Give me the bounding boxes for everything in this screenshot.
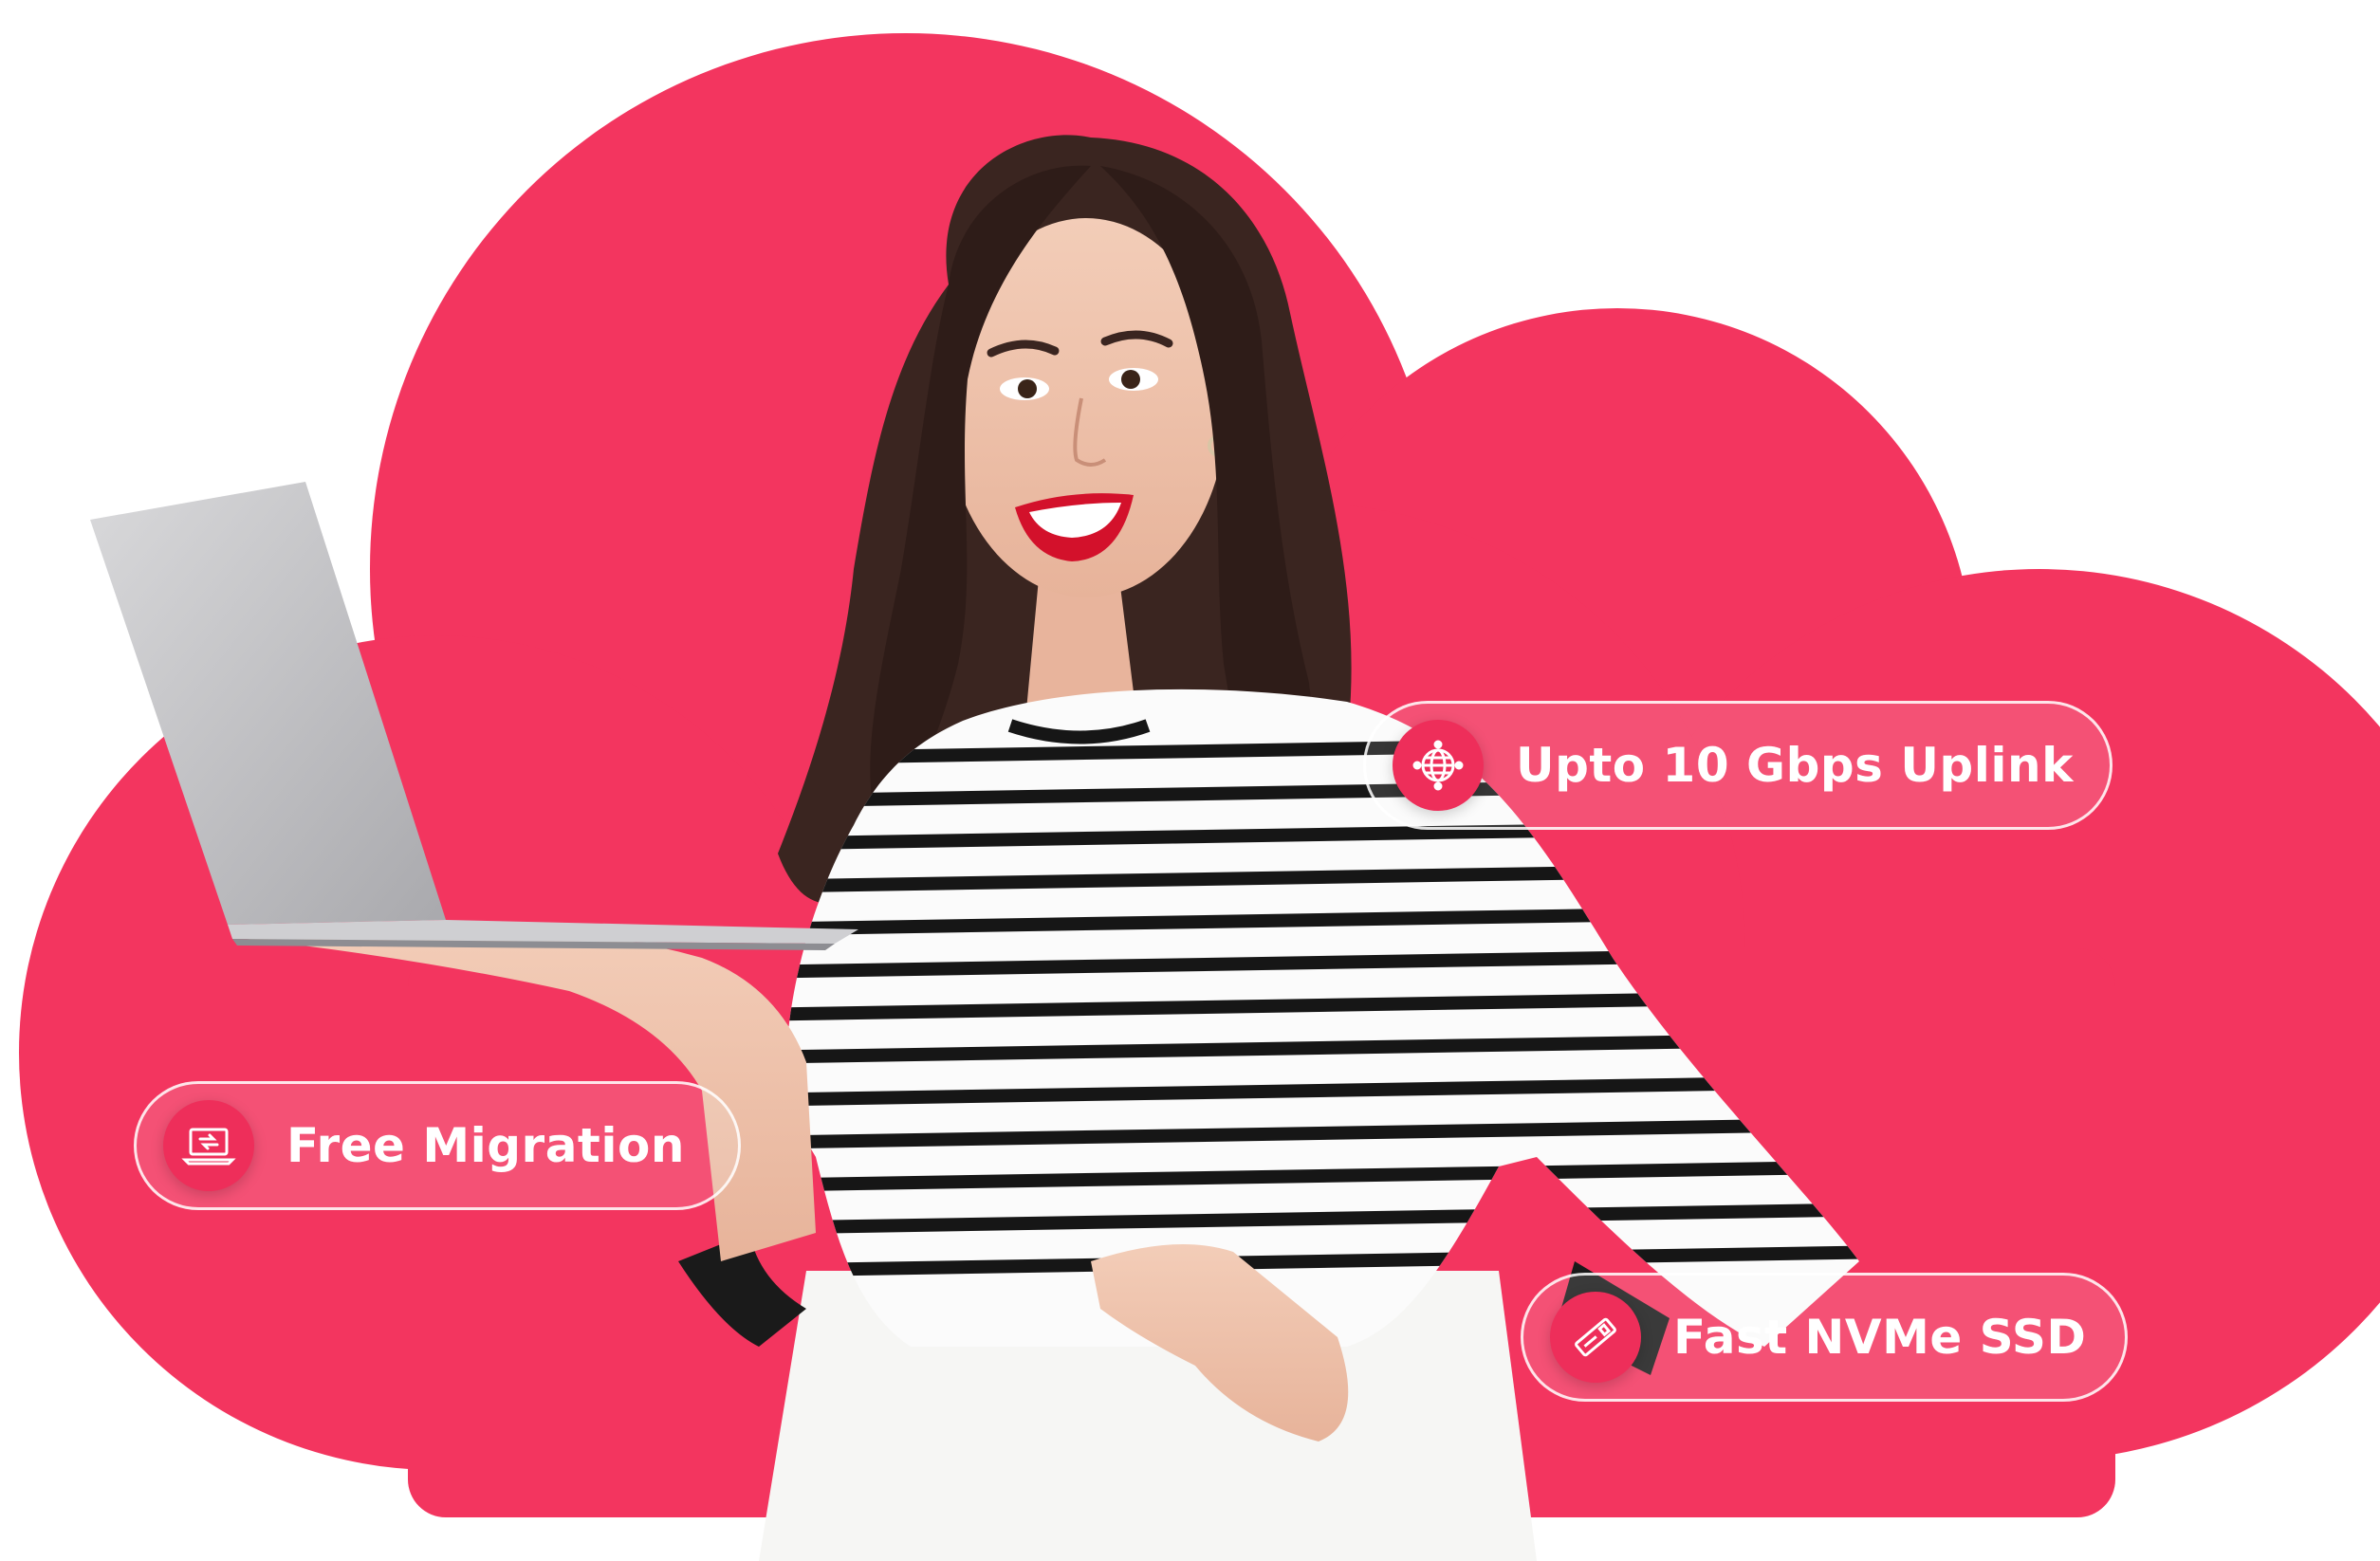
ssd-drive-icon (1550, 1292, 1641, 1383)
badge-ssd: Fast NVMe SSD (1521, 1273, 2128, 1402)
badge-uplink-label: Upto 10 Gbps Uplink (1516, 738, 2074, 793)
badge-ssd-label: Fast NVMe SSD (1673, 1310, 2087, 1365)
laptop-migration-icon (163, 1100, 254, 1191)
hero-illustration: Upto 10 Gbps Uplink Free Migration Fast … (0, 0, 2380, 1561)
badge-uplink: Upto 10 Gbps Uplink (1363, 701, 2112, 830)
globe-icon (1393, 720, 1484, 811)
badge-migration-label: Free Migration (286, 1118, 685, 1173)
badge-migration: Free Migration (134, 1081, 741, 1210)
